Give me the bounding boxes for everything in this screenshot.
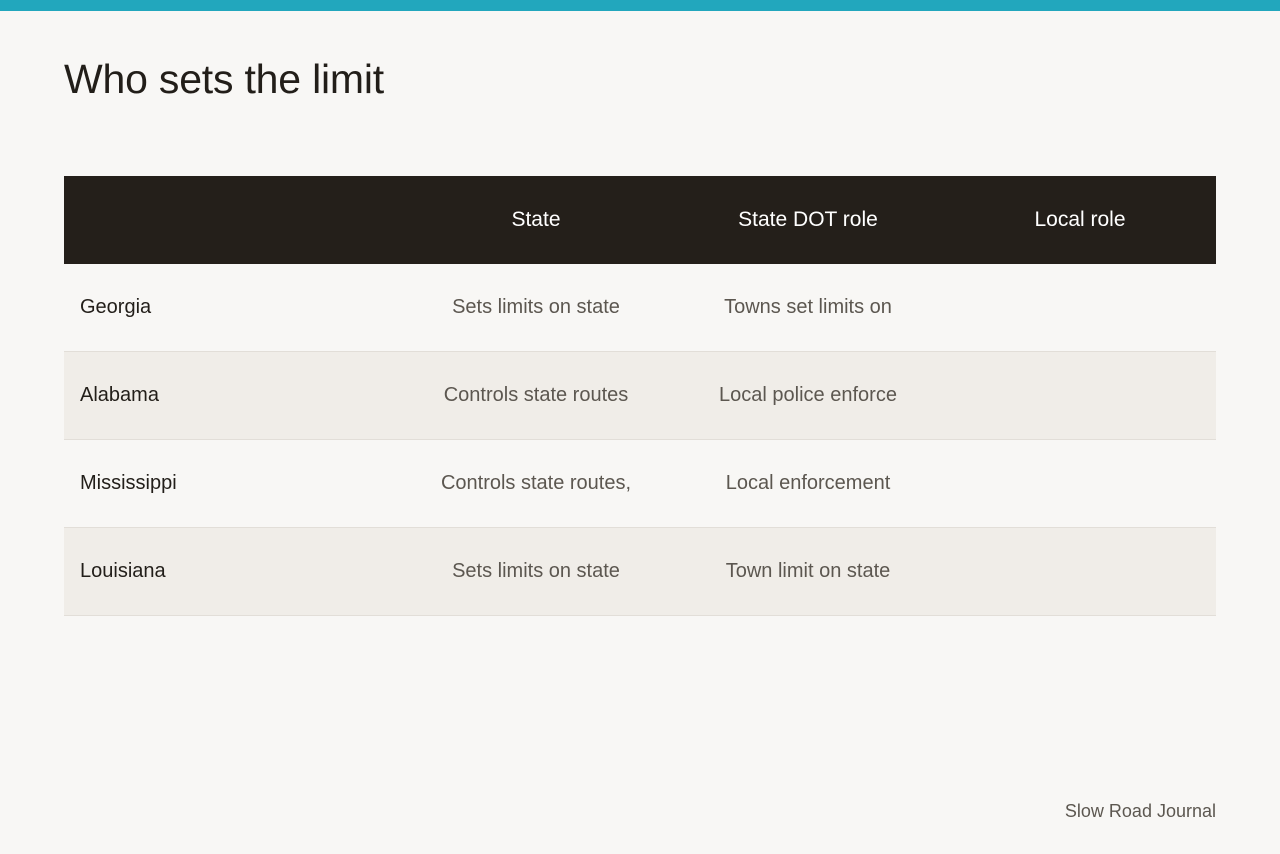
column-header-state: State xyxy=(511,208,561,231)
row-dot-role-cell: Local police enforce xyxy=(719,384,897,406)
table-row: Mississippi Controls state routes, Local… xyxy=(64,440,1216,528)
row-dot-role-cell: Town limit on state xyxy=(725,560,891,582)
row-state-name: Mississippi xyxy=(80,472,177,494)
row-dot-role-cell: Local enforcement xyxy=(725,472,891,494)
table-row: Louisiana Sets limits on state Town limi… xyxy=(64,528,1216,616)
row-dot-role-cell: Towns set limits on xyxy=(724,296,892,318)
comparison-table: State State DOT role Local role Georgia … xyxy=(64,176,1216,616)
column-header-local-role: Local role xyxy=(1034,208,1126,231)
row-state-name: Alabama xyxy=(80,384,159,406)
column-header-state-dot-role: State DOT role xyxy=(738,208,878,231)
row-state-name: Georgia xyxy=(80,296,152,318)
table-row: Georgia Sets limits on state Towns set l… xyxy=(64,264,1216,352)
table-header: State State DOT role Local role xyxy=(64,176,1216,264)
row-state-cell: Controls state routes, xyxy=(440,472,632,494)
accent-bar xyxy=(0,0,1280,11)
page-title: Who sets the limit xyxy=(64,56,384,102)
publication-name: Slow Road Journal xyxy=(1064,801,1216,821)
row-state-name: Louisiana xyxy=(80,560,166,582)
table-row: Alabama Controls state routes Local poli… xyxy=(64,352,1216,440)
row-state-cell: Sets limits on state xyxy=(452,296,620,318)
row-state-cell: Controls state routes xyxy=(443,384,629,406)
row-state-cell: Sets limits on state xyxy=(452,560,620,582)
